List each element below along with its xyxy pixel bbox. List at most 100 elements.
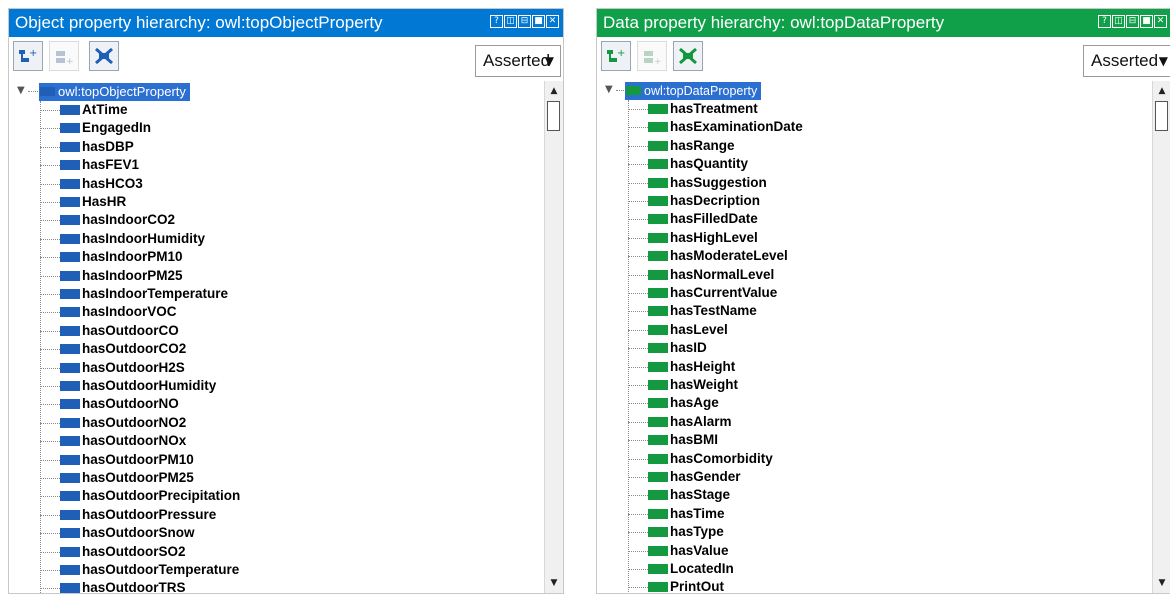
asserted-dropdown[interactable]: Asserted ▼ [475, 45, 561, 77]
tree-item[interactable]: hasSuggestion [628, 174, 928, 192]
property-tree: ▼ owl:topDataProperty hasTreatment hasExa… [597, 81, 1170, 593]
close-icon[interactable]: ✕ [546, 15, 559, 28]
tree-item[interactable]: hasOutdoorPM10 [40, 451, 340, 469]
close-icon[interactable]: ✕ [1154, 15, 1167, 28]
tree-item[interactable]: hasOutdoorCO [40, 322, 340, 340]
add-subproperty-button[interactable]: + [601, 41, 631, 71]
tree-item[interactable]: hasExaminationDate [628, 118, 928, 136]
tree-item[interactable]: hasTime [628, 505, 928, 523]
tree-item[interactable]: hasQuantity [628, 155, 928, 173]
scroll-down-icon[interactable]: ▼ [1153, 575, 1170, 591]
tree-item[interactable]: hasRange [628, 137, 928, 155]
tree-item[interactable]: hasIndoorVOC [40, 303, 340, 321]
tree-item[interactable]: hasNormalLevel [628, 266, 928, 284]
tree-item[interactable]: hasOutdoorH2S [40, 359, 340, 377]
tree-item[interactable]: hasTestName [628, 302, 928, 320]
tree-connector [40, 422, 60, 424]
tree-item[interactable]: hasFilledDate [628, 210, 928, 228]
tree-item[interactable]: hasBMI [628, 431, 928, 449]
tree-item[interactable]: hasOutdoorNO [40, 395, 340, 413]
tree-item[interactable]: hasType [628, 523, 928, 541]
tree-item[interactable]: hasOutdoorTRS [40, 579, 340, 593]
tree-item[interactable]: hasOutdoorNOx [40, 432, 340, 450]
property-swatch-icon [648, 232, 668, 243]
tree-item[interactable]: hasOutdoorNO2 [40, 414, 340, 432]
tree-item[interactable]: hasValue [628, 542, 928, 560]
property-swatch-icon [60, 381, 80, 391]
tree-item[interactable]: hasHeight [628, 358, 928, 376]
delete-property-button[interactable] [673, 41, 703, 71]
tree-connector [628, 201, 648, 202]
tree-item[interactable]: EngagedIn [40, 119, 340, 137]
asserted-dropdown[interactable]: Asserted ▼ [1083, 45, 1170, 77]
svg-text:+: + [29, 48, 37, 59]
scroll-up-icon[interactable]: ▲ [545, 83, 563, 99]
tree-item[interactable]: hasIndoorPM25 [40, 267, 340, 285]
tree-item[interactable]: hasWeight [628, 376, 928, 394]
help-icon[interactable]: ? [1098, 15, 1111, 28]
tree-item[interactable]: hasComorbidity [628, 450, 928, 468]
tree-connector [628, 311, 648, 313]
tree-item[interactable]: hasOutdoorCO2 [40, 340, 340, 358]
vertical-scrollbar[interactable]: ▲ ▼ [544, 81, 563, 593]
tree-item[interactable]: hasLevel [628, 321, 928, 339]
tree-item[interactable]: hasHCO3 [40, 175, 340, 193]
delete-property-button[interactable] [89, 41, 119, 71]
tree-item[interactable]: hasAlarm [628, 413, 928, 431]
tree-item[interactable]: PrintOut [628, 578, 928, 593]
tree-item[interactable]: hasIndoorHumidity [40, 230, 340, 248]
split-horizontal-icon[interactable]: ⊟ [1126, 15, 1139, 28]
tree-item[interactable]: hasOutdoorPrecipitation [40, 487, 340, 505]
tree-item[interactable]: hasModerateLevel [628, 247, 928, 265]
scroll-down-icon[interactable]: ▼ [545, 575, 563, 591]
property-swatch-icon [60, 454, 80, 465]
scroll-up-icon[interactable]: ▲ [1153, 83, 1170, 99]
tree-item[interactable]: hasOutdoorSO2 [40, 543, 340, 561]
split-horizontal-icon[interactable]: ⊟ [518, 15, 531, 28]
tree-item[interactable]: hasStage [628, 486, 928, 504]
tree-item[interactable]: hasOutdoorPressure [40, 506, 340, 524]
tree-connector [628, 293, 648, 294]
tree-item[interactable]: hasIndoorPM10 [40, 248, 340, 266]
tree-connector [40, 386, 60, 387]
split-vertical-icon[interactable]: ◫ [504, 15, 517, 28]
tree-item[interactable]: HasHR [40, 193, 340, 211]
tree-item[interactable]: hasIndoorTemperature [40, 285, 340, 303]
tree-connector [628, 569, 648, 570]
add-sibling-button[interactable]: + [49, 41, 79, 71]
tree-item[interactable]: hasIndoorCO2 [40, 211, 340, 229]
property-swatch-icon [648, 159, 668, 170]
tree-item-label: hasCurrentValue [670, 285, 778, 300]
add-sibling-button[interactable]: + [637, 41, 667, 71]
tree-item-label: hasStage [670, 487, 731, 503]
tree-item[interactable]: hasOutdoorTemperature [40, 561, 340, 579]
tree-item-label: hasIndoorHumidity [82, 230, 206, 246]
tree-item[interactable]: hasAge [628, 394, 928, 412]
help-icon[interactable]: ? [490, 15, 503, 28]
vertical-scrollbar[interactable]: ▲ ▼ [1152, 81, 1170, 593]
tree-item[interactable]: hasTreatment [628, 100, 928, 118]
tree-item[interactable]: hasOutdoorSnow [40, 524, 340, 542]
tree-item[interactable]: hasDecription [628, 192, 928, 210]
add-subproperty-button[interactable]: + [13, 41, 43, 71]
tree-item[interactable]: hasOutdoorPM25 [40, 469, 340, 487]
tree-item[interactable]: hasGender [628, 468, 928, 486]
tree-item[interactable]: hasOutdoorHumidity [40, 377, 340, 395]
tree-item[interactable]: hasFEV1 [40, 156, 340, 174]
tree-item[interactable]: hasCurrentValue [628, 284, 928, 302]
delete-property-icon [95, 47, 113, 65]
tree-item[interactable]: hasDBP [40, 138, 340, 156]
tree-item[interactable]: hasHighLevel [628, 229, 928, 247]
split-vertical-icon[interactable]: ◫ [1112, 15, 1125, 28]
tree-item[interactable]: LocatedIn [628, 560, 928, 578]
maximize-icon[interactable]: ■ [532, 15, 545, 28]
tree-item[interactable]: AtTime [40, 101, 340, 119]
property-swatch-icon [648, 435, 668, 446]
maximize-icon[interactable]: ■ [1140, 15, 1153, 28]
scrollbar-thumb[interactable] [547, 101, 560, 131]
tree-item[interactable]: hasID [628, 339, 928, 357]
tree-items: AtTime EngagedIn hasDBP hasFEV1 hasHCO3 HasHR… [9, 81, 545, 593]
scrollbar-thumb[interactable] [1155, 101, 1168, 131]
tree-connector [628, 366, 648, 368]
tree-connector [628, 550, 648, 552]
